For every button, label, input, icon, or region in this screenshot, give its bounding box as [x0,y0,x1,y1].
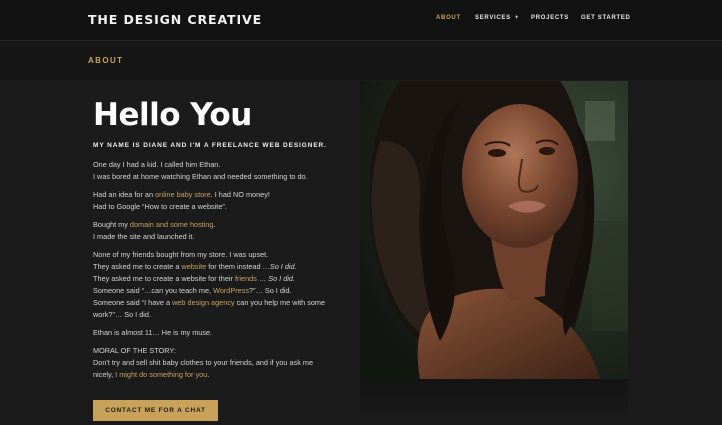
nav-item-label: PROJECTS [531,15,569,21]
nav-item-label: GET STARTED [581,15,631,21]
dropdown-plus-icon: + [514,15,520,21]
domain-hosting-link[interactable]: domain and some hosting [130,220,214,229]
story-text-fragment: . [207,370,210,379]
story-line: Had to Google “How to create a website”. [93,202,227,211]
nav-item-get-started[interactable]: GET STARTED [581,15,631,21]
story-line: Someone said “I have a web design agency… [93,297,338,321]
photo-shadow [360,379,628,425]
story-line: Don't try and sell shit baby clothes to … [93,358,314,367]
site-header: THE DESIGN CREATIVE ABOUT SERVICES + PROJ… [0,0,722,41]
story-text-fragment: … [256,274,269,283]
story-paragraph: Ethan is almost 11… He is my muse. [93,327,343,339]
friends-link[interactable]: friends [235,274,257,283]
section-label: ABOUT [88,56,124,65]
contact-button[interactable]: CONTACT ME FOR A CHAT [93,400,218,421]
moral-paragraph: MORAL OF THE STORY: Don't try and sell s… [93,345,343,381]
story-paragraph: One day I had a kid. I called him Ethan.… [93,159,343,183]
web-design-agency-link[interactable]: web design agency [172,298,234,307]
nav-item-about[interactable]: ABOUT [436,15,461,21]
page-title: Hello You [93,97,252,133]
story-text-fragment: ?”… So I did. [249,286,292,295]
story-paragraph: Bought my domain and some hosting. I mad… [93,219,343,243]
story-paragraph: None of my friends bought from my store.… [93,249,343,321]
page-subtitle: MY NAME IS DIANE AND I'M A FREELANCE WEB… [93,142,327,149]
story-line: I was bored at home watching Ethan and n… [93,172,308,181]
story-line: Ethan is almost 11… He is my muse. [93,328,213,337]
story-text-fragment: for them instead … [206,262,270,271]
story-text: One day I had a kid. I called him Ethan.… [93,159,343,387]
story-line: None of my friends bought from my store.… [93,250,269,259]
nav-item-projects[interactable]: PROJECTS [531,15,569,21]
story-line: One day I had a kid. I called him Ethan. [93,160,221,169]
story-text-fragment: Had an idea for an [93,190,156,199]
contact-link[interactable]: I might do something for you [115,370,207,379]
wordpress-link[interactable]: WordPress [213,286,249,295]
nav-item-label: SERVICES [475,15,511,21]
website-link[interactable]: website [181,262,206,271]
portrait-illustration [360,81,628,379]
site-logo[interactable]: THE DESIGN CREATIVE [88,12,262,27]
story-paragraph: Had an idea for an online baby store. I … [93,189,343,213]
nav-item-label: ABOUT [436,15,461,21]
story-text-fragment: . [213,220,216,229]
story-text-fragment: nicely, [93,370,116,379]
moral-heading: MORAL OF THE STORY: [93,346,176,355]
story-line: I made the site and launched it. [93,232,195,241]
story-emphasis: So I did. [269,262,297,271]
nav-item-services[interactable]: SERVICES + [475,15,519,21]
story-text-fragment: Someone said “I have a [93,298,173,307]
story-text-fragment: . I had NO money! [210,190,270,199]
story-text-fragment: Bought my [93,220,130,229]
story-text-fragment: They asked me to create a website for th… [93,274,235,283]
portrait-photo [360,81,628,379]
online-baby-store-link[interactable]: online baby store [155,190,211,199]
story-text-fragment: Someone said “…can you teach me, [93,286,214,295]
story-emphasis: So I did. [268,274,295,283]
story-text-fragment: They asked me to create a [93,262,182,271]
